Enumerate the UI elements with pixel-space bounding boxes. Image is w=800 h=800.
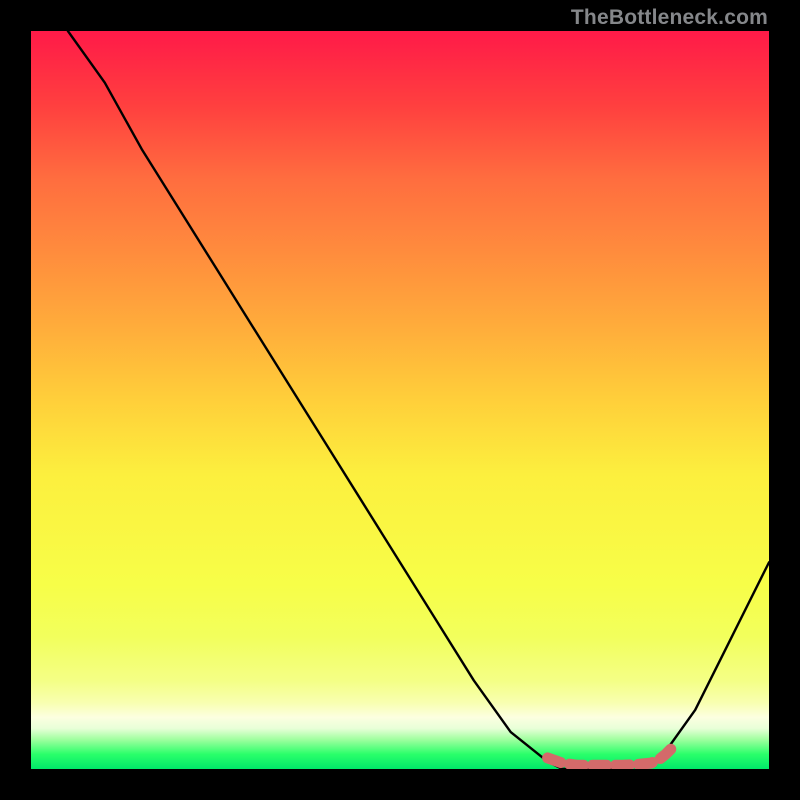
chart-svg: [31, 31, 769, 769]
chart-container: TheBottleneck.com: [0, 0, 800, 800]
bottleneck-curve: [68, 31, 769, 769]
optimal-zone-marker: [548, 747, 673, 765]
watermark-text: TheBottleneck.com: [571, 6, 768, 30]
